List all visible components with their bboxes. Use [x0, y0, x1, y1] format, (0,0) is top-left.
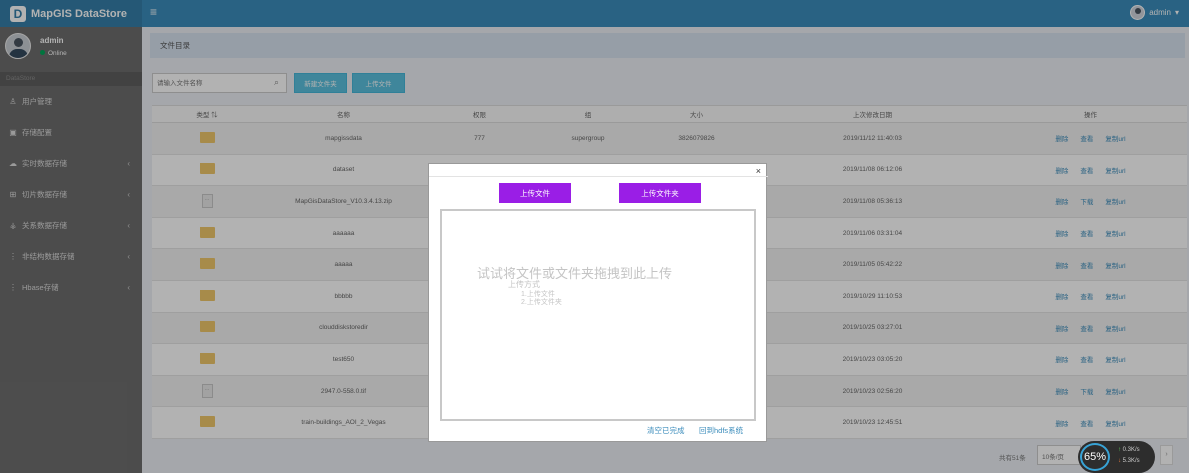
network-speed-widget[interactable]: 65% ↑ 0.3K/s ↓ 5.3K/s	[1078, 441, 1155, 473]
close-icon[interactable]: ×	[756, 166, 761, 176]
upload-speed: ↑ 0.3K/s	[1118, 447, 1140, 453]
divider	[429, 176, 768, 177]
clear-completed-link[interactable]: 清空已完成	[647, 425, 685, 436]
upload-file-button[interactable]: 上传文件	[499, 183, 571, 203]
drop-instruction: 2.上传文件夹	[521, 299, 562, 306]
download-speed: ↓ 5.3K/s	[1118, 458, 1140, 464]
arrow-up-icon: ↑	[1118, 447, 1121, 453]
back-to-hdfs-link[interactable]: 回到hdfs系统	[699, 425, 743, 436]
drop-zone[interactable]: 试试将文件或文件夹拖拽到此上传 上传方式 1.上传文件 2.上传文件夹	[440, 209, 756, 421]
upload-speed-value: 0.3K/s	[1122, 447, 1140, 453]
cpu-usage-gauge: 65%	[1080, 443, 1110, 471]
upload-dialog: × 上传文件 上传文件夹 试试将文件或文件夹拖拽到此上传 上传方式 1.上传文件…	[428, 163, 768, 442]
download-speed-value: 5.3K/s	[1122, 458, 1140, 464]
upload-folder-button[interactable]: 上传文件夹	[619, 183, 701, 203]
drop-title: 试试将文件或文件夹拖拽到此上传	[477, 266, 673, 281]
arrow-down-icon: ↓	[1118, 458, 1121, 464]
